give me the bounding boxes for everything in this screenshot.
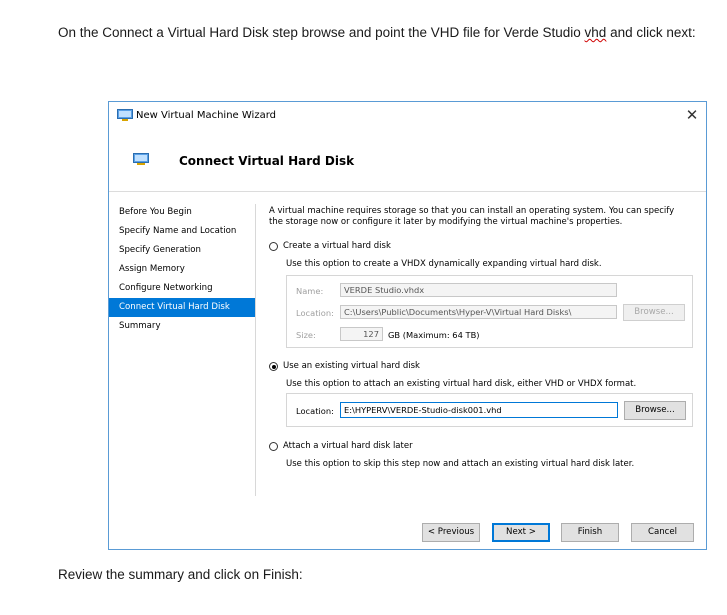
wizard-window: New Virtual Machine Wizard ✕ Connect Vir…	[108, 101, 707, 550]
nav-item-specify-generation[interactable]: Specify Generation	[109, 241, 255, 260]
existing-vhd-radio[interactable]	[269, 361, 278, 371]
window-title: New Virtual Machine Wizard	[136, 110, 276, 121]
create-vhd-option[interactable]: Create a virtual hard disk	[269, 241, 391, 251]
existing-vhd-group: Location: E:\HYPERV\VERDE-Studio-disk001…	[286, 393, 693, 427]
create-vhd-label: Create a virtual hard disk	[283, 241, 391, 251]
attach-later-label: Attach a virtual hard disk later	[283, 441, 413, 451]
vhd-name-field: VERDE Studio.vhdx	[340, 283, 617, 297]
create-vhd-description: Use this option to create a VHDX dynamic…	[286, 259, 602, 269]
nav-divider	[255, 204, 256, 496]
intro-paragraph: On the Connect a Virtual Hard Disk step …	[58, 23, 698, 42]
intro-misspelled-word: vhd	[584, 25, 607, 40]
existing-vhd-label: Use an existing virtual hard disk	[283, 361, 420, 371]
header-divider	[109, 191, 706, 192]
vhd-size-field: 127	[340, 327, 383, 341]
nav-item-configure-networking[interactable]: Configure Networking	[109, 279, 255, 298]
app-window-icon	[117, 109, 133, 121]
title-bar: New Virtual Machine Wizard ✕	[109, 102, 706, 130]
nav-item-specify-name-location[interactable]: Specify Name and Location	[109, 222, 255, 241]
vhd-name-label: Name:	[296, 286, 324, 296]
vhd-location-label: Location:	[296, 308, 334, 318]
attach-later-option[interactable]: Attach a virtual hard disk later	[269, 441, 413, 451]
outro-paragraph: Review the summary and click on Finish:	[58, 567, 303, 582]
nav-item-summary[interactable]: Summary	[109, 317, 255, 336]
existing-browse-button[interactable]: Browse...	[624, 401, 686, 420]
create-vhd-group: Name: VERDE Studio.vhdx Location: C:\Use…	[286, 275, 693, 348]
attach-later-description: Use this option to skip this step now an…	[286, 459, 635, 469]
cancel-button[interactable]: Cancel	[631, 523, 694, 542]
attach-later-radio[interactable]	[269, 441, 278, 451]
nav-item-before-you-begin[interactable]: Before You Begin	[109, 203, 255, 222]
hard-disk-icon	[133, 153, 149, 165]
intro-text-part2: and click next:	[606, 25, 696, 40]
finish-button[interactable]: Finish	[561, 523, 619, 542]
existing-location-label: Location:	[296, 406, 334, 416]
vhd-size-suffix: GB (Maximum: 64 TB)	[388, 330, 480, 340]
wizard-steps-nav: Before You Begin Specify Name and Locati…	[109, 203, 255, 336]
close-icon[interactable]: ✕	[684, 107, 700, 123]
nav-item-connect-virtual-hard-disk[interactable]: Connect Virtual Hard Disk	[109, 298, 255, 317]
vhd-size-label: Size:	[296, 330, 316, 340]
vhd-location-field: C:\Users\Public\Documents\Hyper-V\Virtua…	[340, 305, 617, 319]
step-description: A virtual machine requires storage so th…	[269, 206, 675, 227]
next-button[interactable]: Next >	[492, 523, 550, 542]
page-title: Connect Virtual Hard Disk	[179, 154, 355, 168]
create-browse-button: Browse...	[623, 304, 685, 321]
existing-location-input[interactable]: E:\HYPERV\VERDE-Studio-disk001.vhd	[340, 402, 618, 418]
intro-text-part1: On the Connect a Virtual Hard Disk step …	[58, 25, 585, 40]
create-vhd-radio[interactable]	[269, 241, 278, 251]
existing-vhd-option[interactable]: Use an existing virtual hard disk	[269, 361, 420, 371]
previous-button[interactable]: < Previous	[422, 523, 480, 542]
existing-vhd-description: Use this option to attach an existing vi…	[286, 379, 637, 389]
nav-item-assign-memory[interactable]: Assign Memory	[109, 260, 255, 279]
